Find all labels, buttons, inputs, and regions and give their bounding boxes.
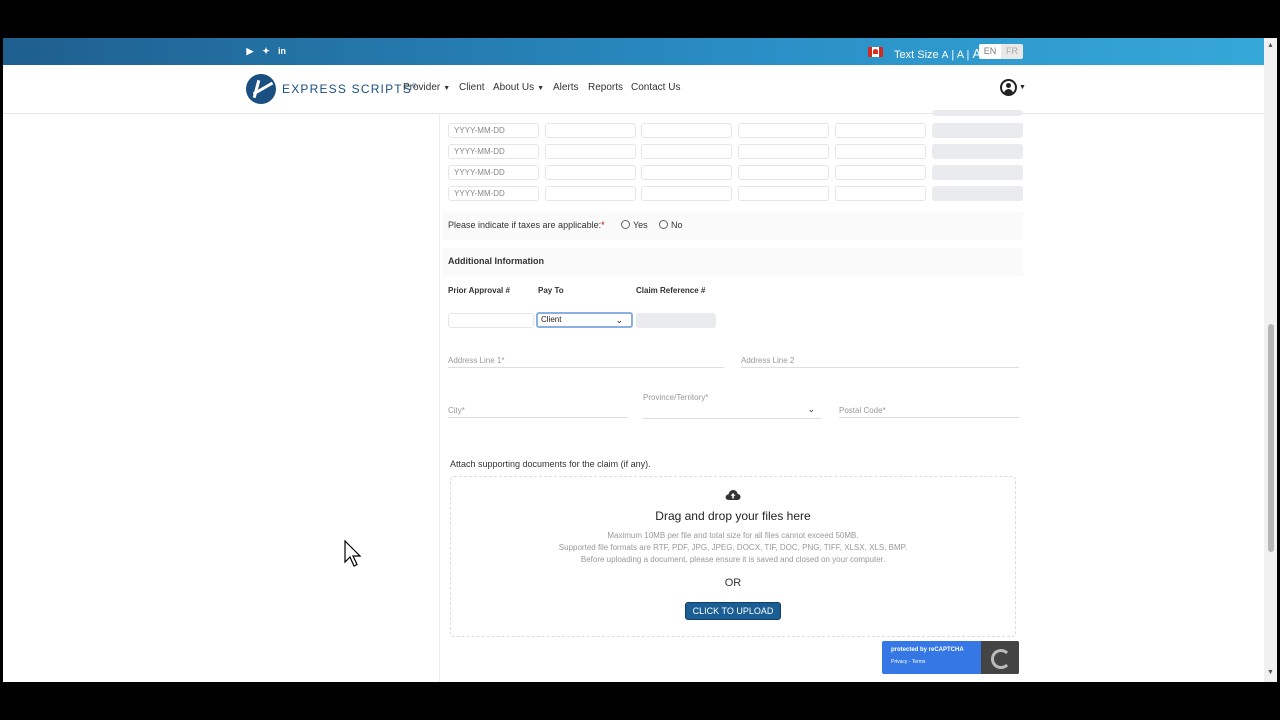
nav-client[interactable]: Client: [459, 82, 485, 93]
recaptcha-logo-icon: [981, 641, 1019, 674]
text-size-label: Text Size: [894, 49, 939, 61]
logo-text[interactable]: EXPRESS SCRIPTS®: [282, 82, 418, 96]
table-input[interactable]: [545, 186, 636, 201]
date-input[interactable]: YYYY-MM-DD: [448, 123, 539, 138]
dropzone-title: Drag and drop your files here: [655, 509, 811, 523]
scrollbar-thumb[interactable]: [1268, 324, 1274, 552]
scroll-up-arrow-icon[interactable]: ▲: [1267, 42, 1274, 49]
table-input[interactable]: [835, 144, 926, 159]
dropzone-info-2: Supported file formats are RTF, PDF, JPG…: [558, 543, 908, 552]
language-toggle: EN FR: [979, 44, 1023, 59]
table-cell-gray: [932, 123, 1023, 138]
attach-label: Attach supporting documents for the clai…: [450, 459, 651, 469]
user-account-icon[interactable]: [1000, 79, 1017, 96]
claim-reference-label: Claim Reference #: [636, 286, 706, 295]
recaptcha-links[interactable]: Privacy - Terms: [891, 659, 925, 665]
province-label: Province/Territory*: [643, 393, 709, 402]
page-divider: [439, 114, 440, 682]
table-input[interactable]: [738, 144, 829, 159]
province-select[interactable]: ⌄: [643, 404, 821, 419]
table-input[interactable]: [738, 186, 829, 201]
taxes-question: Please indicate if taxes are applicable:…: [448, 220, 605, 230]
canada-flag-icon: [868, 47, 883, 57]
city-input[interactable]: City*: [448, 406, 628, 418]
express-scripts-logo-icon[interactable]: [246, 74, 276, 104]
scroll-down-arrow-icon[interactable]: ▼: [1267, 669, 1274, 676]
table-input[interactable]: [835, 186, 926, 201]
linkedin-icon[interactable]: in: [277, 46, 287, 56]
browser-viewport: ▶ ✦ in Text Size A | A | A EN FR EXPRESS…: [3, 38, 1267, 682]
date-input[interactable]: YYYY-MM-DD: [448, 144, 539, 159]
top-utility-bar: ▶ ✦ in Text Size A | A | A EN FR: [3, 38, 1267, 65]
dropzone-info-1: Maximum 10MB per file and total size for…: [607, 531, 859, 540]
table-input[interactable]: [545, 144, 636, 159]
chevron-down-icon: ▼: [537, 85, 545, 92]
pay-to-label: Pay To: [538, 286, 564, 295]
text-size-control: Text Size A | A | A: [894, 46, 982, 61]
date-input[interactable]: YYYY-MM-DD: [448, 186, 539, 201]
pay-to-select[interactable]: Client ⌄: [536, 312, 633, 328]
radio-circle-icon: [621, 220, 630, 229]
taxes-yes-radio[interactable]: Yes: [621, 220, 648, 230]
text-size-small[interactable]: A: [942, 50, 949, 61]
lang-en-button[interactable]: EN: [979, 44, 1001, 59]
table-input[interactable]: [641, 144, 732, 159]
table-input[interactable]: [738, 165, 829, 180]
table-input[interactable]: [835, 165, 926, 180]
click-to-upload-button[interactable]: CLICK TO UPLOAD: [685, 602, 781, 620]
dropzone-or: OR: [724, 577, 742, 589]
nav-alerts[interactable]: Alerts: [553, 82, 579, 93]
dropzone-info-3: Before uploading a document, please ensu…: [580, 555, 886, 564]
date-input[interactable]: YYYY-MM-DD: [448, 165, 539, 180]
nav-provider[interactable]: Provider ▼: [403, 82, 450, 93]
table-cell-gray: [932, 144, 1023, 159]
chevron-down-icon[interactable]: ▼: [1019, 84, 1026, 91]
table-input[interactable]: [545, 165, 636, 180]
table-cell-gray: [932, 165, 1023, 180]
section-title: Additional Information: [448, 256, 544, 266]
twitter-icon[interactable]: ✦: [261, 46, 271, 56]
prior-approval-input[interactable]: [448, 313, 534, 328]
chevron-down-icon: ⌄: [615, 315, 623, 325]
recaptcha-badge[interactable]: protected by reCAPTCHA Privacy - Terms: [882, 641, 1019, 674]
mouse-cursor-icon: [344, 540, 362, 567]
table-input[interactable]: [738, 123, 829, 138]
main-navigation: EXPRESS SCRIPTS® Provider ▼ Client About …: [3, 65, 1267, 114]
cloud-upload-icon: [725, 490, 741, 500]
table-cell-gray: [932, 110, 1023, 116]
address-line-2-input[interactable]: Address Line 2: [741, 356, 1019, 368]
table-input[interactable]: [641, 165, 732, 180]
table-input[interactable]: [835, 123, 926, 138]
table-input[interactable]: [545, 123, 636, 138]
chevron-down-icon: ⌄: [807, 404, 815, 414]
chevron-down-icon: ▼: [443, 85, 451, 92]
postal-code-input[interactable]: Postal Code*: [839, 406, 1019, 418]
nav-reports[interactable]: Reports: [588, 82, 623, 93]
lang-fr-button[interactable]: FR: [1001, 44, 1023, 59]
nav-about-us[interactable]: About Us ▼: [493, 82, 544, 93]
claim-reference-input[interactable]: [636, 313, 716, 328]
table-input[interactable]: [641, 186, 732, 201]
address-line-1-input[interactable]: Address Line 1*: [448, 356, 724, 368]
nav-contact-us[interactable]: Contact Us: [631, 82, 680, 93]
table-input[interactable]: [641, 123, 732, 138]
prior-approval-label: Prior Approval #: [448, 286, 510, 295]
text-size-medium[interactable]: A: [957, 49, 964, 61]
social-links: ▶ ✦ in: [245, 46, 287, 56]
radio-circle-icon: [659, 220, 668, 229]
taxes-no-radio[interactable]: No: [659, 220, 683, 230]
recaptcha-title: protected by reCAPTCHA: [891, 647, 964, 653]
youtube-icon[interactable]: ▶: [245, 46, 255, 56]
table-cell-gray: [932, 186, 1023, 201]
